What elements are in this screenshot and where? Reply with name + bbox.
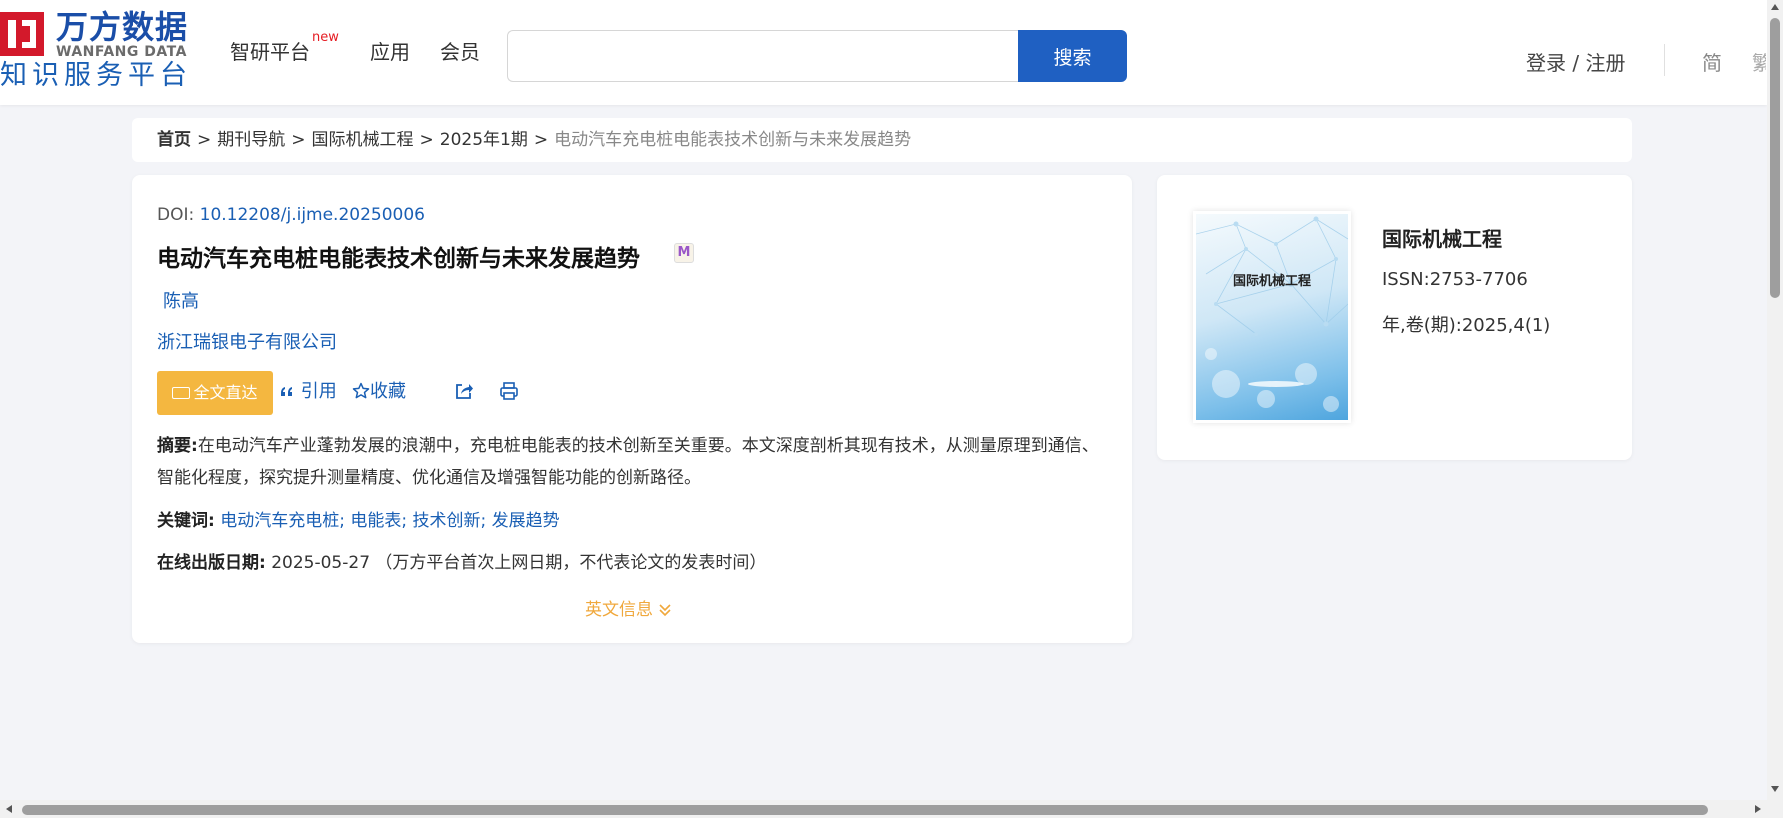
cite-button[interactable]: 引用	[279, 381, 337, 403]
horizontal-scroll-thumb[interactable]	[22, 805, 1708, 815]
printer-icon	[500, 382, 518, 400]
horizontal-scrollbar[interactable]	[0, 800, 1767, 818]
keyword-separator: ;	[480, 511, 487, 531]
keyword-link[interactable]: 电动汽车充电桩	[220, 511, 339, 531]
breadcrumb-journal[interactable]: 国际机械工程	[312, 130, 414, 150]
issn-label: ISSN:	[1382, 269, 1430, 290]
breadcrumb-current: 电动汽车充电桩电能表技术创新与未来发展趋势	[554, 130, 912, 150]
abstract-label: 摘要:	[157, 436, 198, 456]
print-button[interactable]	[499, 381, 519, 404]
breadcrumb-separator: >	[197, 130, 212, 150]
cover-network-pattern	[1196, 216, 1348, 412]
share-button[interactable]	[454, 381, 474, 404]
breadcrumb: 首页 > 期刊导航 > 国际机械工程 >2025年1期 > 电动汽车充电桩电能表技术创新与未来…	[132, 118, 1632, 162]
year-label: 年,卷(期):	[1382, 315, 1462, 336]
top-header: 万方数据 WANFANG DATA 知识服务平台 智研平台 new 应用 会员 …	[0, 0, 1767, 105]
scrollbar-corner	[1767, 800, 1783, 818]
full-text-button[interactable]: 全文直达	[157, 371, 273, 415]
issn-value: 2753-7706	[1429, 269, 1528, 290]
pubdate-label: 在线出版日期:	[157, 553, 266, 573]
favorite-button[interactable]: 收藏	[352, 381, 406, 403]
abstract-text: 在电动汽车产业蓬勃发展的浪潮中，充电桩电能表的技术创新至关重要。本文深度剖析其现…	[157, 436, 1099, 488]
breadcrumb-journal-nav[interactable]: 期刊导航	[217, 130, 285, 150]
pubdate-note: （万方平台首次上网日期，不代表论文的发表时间）	[375, 553, 767, 573]
scroll-down-arrow-icon[interactable]	[1771, 786, 1779, 792]
cover-title: 国际机械工程	[1232, 274, 1311, 289]
breadcrumb-separator: >	[291, 130, 306, 150]
lang-traditional-toggle[interactable]: 繁	[1752, 47, 1766, 76]
article-title: 电动汽车充电桩电能表技术创新与未来发展趋势	[157, 246, 640, 272]
vertical-scroll-thumb[interactable]	[1770, 18, 1780, 298]
quote-icon	[281, 387, 292, 396]
nav-item-zhiyan[interactable]: 智研平台 new	[230, 30, 339, 65]
organization-link[interactable]: 浙江瑞银电子有限公司	[157, 328, 337, 354]
abstract: 摘要:在电动汽车产业蓬勃发展的浪潮中，充电桩电能表的技术创新至关重要。本文深度剖…	[157, 430, 1107, 494]
logo-name-en: WANFANG DATA	[56, 44, 187, 60]
nav-item-label: 智研平台	[230, 40, 310, 64]
journal-year-volume-issue: 年,卷(期):2025,4(1)	[1382, 311, 1550, 337]
journal-issn: ISSN:2753-7706	[1382, 269, 1528, 290]
keyword-link[interactable]: 发展趋势	[492, 511, 560, 531]
search-button[interactable]: 搜索	[1018, 30, 1127, 82]
star-icon	[352, 382, 370, 399]
scroll-up-arrow-icon[interactable]	[1771, 4, 1779, 10]
year-value: 2025,4(1)	[1461, 315, 1551, 336]
pubdate-row: 在线出版日期: 2025-05-27 （万方平台首次上网日期，不代表论文的发表时…	[157, 547, 766, 579]
full-text-label: 全文直达	[193, 383, 258, 402]
logo-name-cn: 万方数据	[56, 8, 189, 46]
keywords-row: 关键词: 电动汽车充电桩; 电能表; 技术创新; 发展趋势	[157, 505, 560, 537]
new-badge: new	[312, 30, 339, 45]
journal-card: 国际机械工程 国际机械工程 ISSN:2753-7706 年,卷(期):2025…	[1157, 175, 1632, 460]
breadcrumb-separator: >	[419, 130, 434, 150]
keywords-label: 关键词:	[157, 511, 215, 531]
scroll-right-arrow-icon[interactable]	[1755, 805, 1761, 813]
logo-subtitle: 知识服务平台	[0, 60, 192, 91]
keyword-separator: ;	[339, 511, 345, 531]
nav-item-membership[interactable]: 会员	[440, 36, 480, 65]
breadcrumb-issue[interactable]: 2025年1期	[440, 130, 528, 150]
nav-item-apps[interactable]: 应用	[370, 36, 410, 65]
share-icon	[456, 384, 473, 399]
breadcrumb-separator: >	[533, 130, 549, 150]
login-register-link[interactable]: 登录 / 注册	[1526, 47, 1625, 76]
breadcrumb-home[interactable]: 首页	[157, 130, 191, 150]
doi-label: DOI:	[157, 205, 195, 225]
cite-label: 引用	[300, 381, 337, 402]
doi-row: DOI: 10.12208/j.ijme.20250006	[157, 205, 425, 225]
keyword-link[interactable]: 技术创新	[413, 511, 481, 531]
m-badge-icon[interactable]: M	[674, 243, 694, 263]
favorite-label: 收藏	[370, 381, 406, 402]
full-text-icon	[172, 387, 191, 399]
scroll-left-arrow-icon[interactable]	[6, 805, 12, 813]
header-divider	[1664, 44, 1665, 76]
journal-cover-image[interactable]: 国际机械工程	[1193, 211, 1351, 423]
wanfang-logo[interactable]: 万方数据 WANFANG DATA 知识服务平台	[0, 10, 195, 92]
keyword-separator: ;	[401, 511, 408, 531]
english-info-toggle[interactable]: 英文信息	[585, 595, 673, 620]
doi-link[interactable]: 10.12208/j.ijme.20250006	[200, 205, 425, 225]
logo-mark-icon	[0, 12, 44, 56]
search-input[interactable]	[507, 30, 1019, 82]
vertical-scrollbar[interactable]	[1767, 0, 1783, 800]
keyword-link[interactable]: 电能表	[350, 511, 401, 531]
article-card: DOI: 10.12208/j.ijme.20250006 电动汽车充电桩电能表…	[132, 175, 1132, 643]
author-link[interactable]: 陈高	[163, 287, 199, 313]
lang-simplified-toggle[interactable]: 简	[1702, 47, 1722, 76]
double-chevron-down-icon	[659, 604, 671, 617]
pubdate-value: 2025-05-27	[271, 553, 371, 573]
english-info-label: 英文信息	[585, 600, 653, 620]
journal-name-link[interactable]: 国际机械工程	[1382, 223, 1502, 252]
